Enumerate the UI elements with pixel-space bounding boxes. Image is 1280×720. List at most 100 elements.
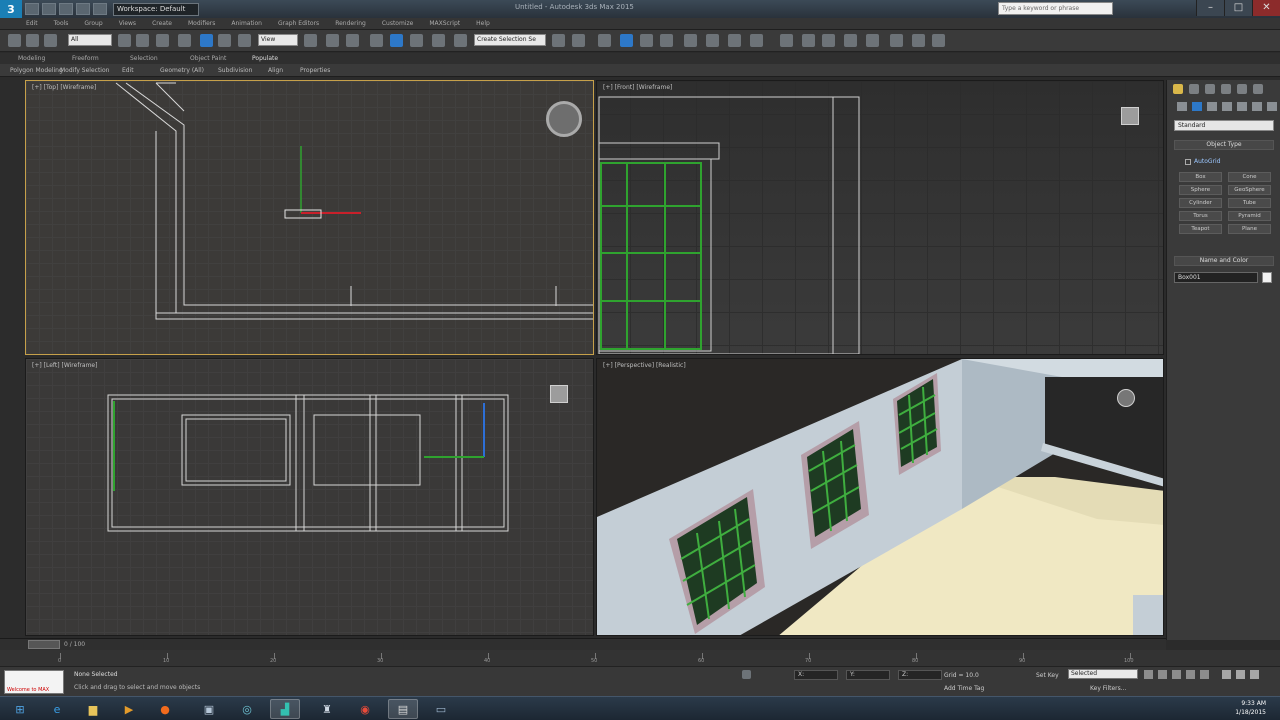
- z-coordinate-field[interactable]: Z:: [898, 670, 942, 680]
- go-to-end-icon[interactable]: [1200, 670, 1209, 679]
- utilities-tab-icon[interactable]: [1253, 84, 1263, 94]
- display-tab-icon[interactable]: [1237, 84, 1247, 94]
- geometry-icon[interactable]: [1177, 102, 1187, 111]
- key-filters-button[interactable]: Key Filters...: [1090, 685, 1127, 692]
- object-type-rollout[interactable]: Object Type: [1174, 140, 1274, 150]
- rendered-frame-window-icon[interactable]: [728, 34, 741, 47]
- orbit-viewport-icon[interactable]: [1236, 670, 1245, 679]
- edit-named-selection-icon[interactable]: [454, 34, 467, 47]
- scene-explorer-icon[interactable]: [866, 34, 879, 47]
- key-mode-dropdown[interactable]: Selected: [1068, 669, 1138, 679]
- viewcube-front[interactable]: [1121, 107, 1139, 125]
- mirror-icon[interactable]: [552, 34, 565, 47]
- viewport-left-label[interactable]: [+] [Left] [Wireframe]: [32, 362, 97, 369]
- ribbon-align[interactable]: Align: [268, 67, 283, 74]
- menu-modifiers[interactable]: Modifiers: [188, 20, 215, 27]
- object-name-input[interactable]: Box001: [1174, 272, 1258, 283]
- windows-start-icon[interactable]: ⊞: [2, 699, 38, 719]
- cylinder-button[interactable]: Cylinder: [1179, 198, 1222, 208]
- pivot-center-icon[interactable]: [304, 34, 317, 47]
- x-coordinate-field[interactable]: X:: [794, 670, 838, 680]
- app-icon-3[interactable]: ♜: [312, 699, 342, 719]
- select-object-icon[interactable]: [118, 34, 131, 47]
- object-category-dropdown[interactable]: Standard: [1174, 120, 1274, 131]
- time-slider[interactable]: 0 / 100: [0, 638, 1166, 650]
- align-icon[interactable]: [572, 34, 585, 47]
- material-editor-icon[interactable]: [684, 34, 697, 47]
- schematic-view-icon[interactable]: [660, 34, 673, 47]
- menu-graph-editors[interactable]: Graph Editors: [278, 20, 319, 27]
- object-color-swatch[interactable]: [1262, 272, 1272, 283]
- render-message-icon[interactable]: [932, 34, 945, 47]
- a360-render-icon[interactable]: [822, 34, 835, 47]
- viewcube-top[interactable]: [546, 101, 582, 137]
- name-and-color-rollout[interactable]: Name and Color: [1174, 256, 1274, 266]
- firefox-icon[interactable]: ●: [150, 699, 180, 719]
- motion-tab-icon[interactable]: [1221, 84, 1231, 94]
- viewport-layout-icon[interactable]: [844, 34, 857, 47]
- time-slider-thumb[interactable]: [28, 640, 60, 649]
- y-coordinate-field[interactable]: Y:: [846, 670, 890, 680]
- teapot-button[interactable]: Teapot: [1179, 224, 1222, 234]
- modify-tab-icon[interactable]: [1189, 84, 1199, 94]
- select-manipulate-icon[interactable]: [326, 34, 339, 47]
- undo-icon[interactable]: [76, 3, 90, 15]
- viewport-perspective[interactable]: [+] [Perspective] [Realistic]: [596, 358, 1164, 636]
- select-and-rotate-icon[interactable]: [218, 34, 231, 47]
- hierarchy-tab-icon[interactable]: [1205, 84, 1215, 94]
- unlink-icon[interactable]: [26, 34, 39, 47]
- window-crossing-icon[interactable]: [178, 34, 191, 47]
- go-to-start-icon[interactable]: [1144, 670, 1153, 679]
- play-icon[interactable]: [1172, 670, 1181, 679]
- save-file-icon[interactable]: [59, 3, 73, 15]
- menu-rendering[interactable]: Rendering: [335, 20, 366, 27]
- next-frame-icon[interactable]: [1186, 670, 1195, 679]
- graphite-toolset-icon[interactable]: [620, 34, 633, 47]
- app-icon[interactable]: ▣: [194, 699, 224, 719]
- lights-icon[interactable]: [1207, 102, 1217, 111]
- pan-viewport-icon[interactable]: [1250, 670, 1259, 679]
- set-key-button[interactable]: Set Key: [1036, 672, 1059, 679]
- ribbon-properties[interactable]: Properties: [300, 67, 330, 74]
- systems-icon[interactable]: [1267, 102, 1277, 111]
- ribbon-tab-object-paint[interactable]: Object Paint: [190, 55, 226, 62]
- create-tab-icon[interactable]: [1173, 84, 1183, 94]
- menu-group[interactable]: Group: [84, 20, 102, 27]
- redo-icon[interactable]: [93, 3, 107, 15]
- menu-tools[interactable]: Tools: [54, 20, 69, 27]
- ribbon-tab-freeform[interactable]: Freeform: [72, 55, 99, 62]
- viewport-front[interactable]: [+] [Front] [Wireframe]: [596, 80, 1164, 355]
- activeshade-icon[interactable]: [802, 34, 815, 47]
- shapes-icon[interactable]: [1192, 102, 1202, 111]
- media-app-icon[interactable]: ▤: [388, 699, 418, 719]
- percent-snap-icon[interactable]: [410, 34, 423, 47]
- spinner-snap-icon[interactable]: [432, 34, 445, 47]
- viewport-left[interactable]: [+] [Left] [Wireframe]: [25, 358, 594, 636]
- file-explorer-icon[interactable]: ▆: [78, 699, 108, 719]
- viewcube-perspective[interactable]: [1117, 389, 1135, 407]
- viewport-perspective-label[interactable]: [+] [Perspective] [Realistic]: [603, 362, 686, 369]
- app-icon-4[interactable]: ▭: [426, 699, 456, 719]
- new-file-icon[interactable]: [25, 3, 39, 15]
- close-button[interactable]: ✕: [1252, 0, 1280, 16]
- menu-animation[interactable]: Animation: [231, 20, 262, 27]
- viewport-top[interactable]: [+] [Top] [Wireframe]: [25, 80, 594, 355]
- layer-manager-icon[interactable]: [598, 34, 611, 47]
- menu-help[interactable]: Help: [476, 20, 490, 27]
- ribbon-tab-selection[interactable]: Selection: [130, 55, 158, 62]
- sphere-button[interactable]: Sphere: [1179, 185, 1222, 195]
- select-and-move-icon[interactable]: [200, 34, 213, 47]
- menu-edit[interactable]: Edit: [26, 20, 38, 27]
- angle-snap-icon[interactable]: [390, 34, 403, 47]
- ribbon-edit[interactable]: Edit: [122, 67, 134, 74]
- minimize-button[interactable]: –: [1196, 0, 1224, 16]
- ribbon-tab-populate[interactable]: Populate: [252, 55, 278, 62]
- maximize-button[interactable]: □: [1224, 0, 1252, 16]
- space-warps-icon[interactable]: [1252, 102, 1262, 111]
- autogrid-checkbox[interactable]: AutoGrid: [1185, 158, 1271, 168]
- ribbon-subdivision[interactable]: Subdivision: [218, 67, 252, 74]
- select-and-scale-icon[interactable]: [238, 34, 251, 47]
- render-iterative-icon[interactable]: [780, 34, 793, 47]
- ribbon-polygon-modeling[interactable]: Polygon Modeling: [10, 67, 63, 74]
- keyboard-shortcut-icon[interactable]: [346, 34, 359, 47]
